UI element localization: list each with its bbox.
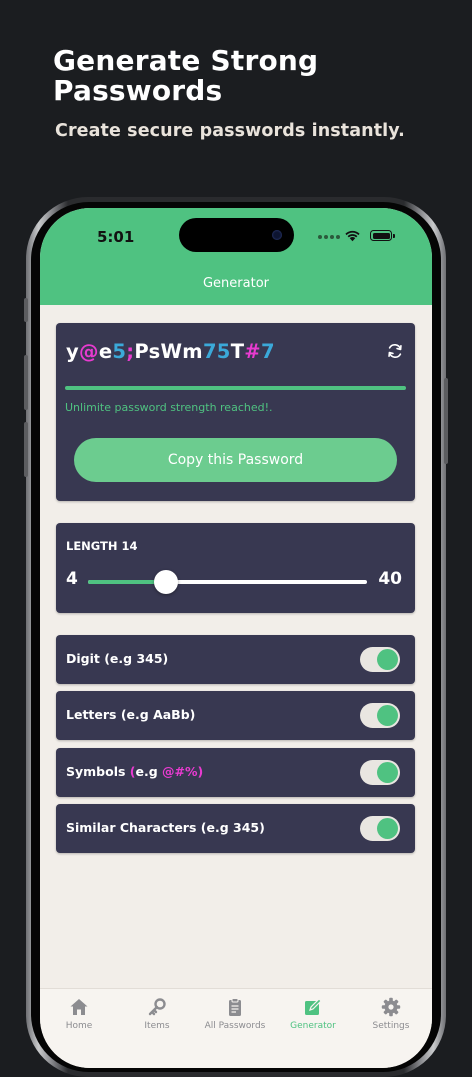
phone-volume-down-button (24, 422, 28, 477)
tab-all-passwords-label: All Passwords (204, 1021, 266, 1031)
strength-bar (65, 386, 406, 390)
toggle-knob (377, 649, 398, 670)
tab-generator[interactable]: Generator (274, 989, 352, 1049)
app-screen: 5:01 Generator y@e5;PsWm75T#7 Unlimite p… (40, 208, 432, 1068)
length-slider[interactable] (88, 570, 367, 594)
app-header: 5:01 Generator (40, 208, 432, 305)
option-symbols-toggle[interactable] (360, 760, 400, 785)
key-icon (148, 998, 166, 1016)
option-similar-label: Similar Characters (e.g 345) (66, 820, 265, 835)
password-segment: 7 (260, 340, 275, 363)
length-max-label: 40 (378, 569, 402, 589)
tab-settings-label: Settings (372, 1021, 410, 1031)
phone-power-button (444, 378, 448, 464)
copy-password-button[interactable]: Copy this Password (74, 438, 397, 482)
option-similar-toggle[interactable] (360, 816, 400, 841)
password-segment: @ (79, 340, 99, 363)
password-segment: e (98, 340, 113, 363)
tab-home-label: Home (65, 1021, 93, 1031)
tab-items-label: Items (144, 1021, 170, 1031)
dynamic-island (179, 218, 294, 252)
tab-all-passwords[interactable]: All Passwords (196, 989, 274, 1049)
camera-icon (272, 230, 282, 240)
tab-settings[interactable]: Settings (352, 989, 430, 1049)
length-label: LENGTH 14 (66, 539, 138, 553)
tab-home[interactable]: Home (40, 989, 118, 1049)
option-digit: Digit (e.g 345) (56, 635, 415, 684)
nav-title: Generator (202, 276, 269, 291)
home-icon (70, 999, 88, 1015)
option-similar-characters: Similar Characters (e.g 345) (56, 804, 415, 853)
password-segment: PsWm (134, 340, 203, 363)
toggle-knob (377, 818, 398, 839)
password-segment: # (244, 340, 261, 363)
tab-generator-label: Generator (290, 1021, 336, 1031)
password-segment: 75 (202, 340, 231, 363)
option-digit-label: Digit (e.g 345) (66, 651, 169, 666)
symbols-label-part: e.g (135, 764, 163, 779)
option-letters: Letters (e.g AaBb) (56, 691, 415, 740)
gear-icon (381, 997, 401, 1017)
password-segment: T (230, 340, 245, 363)
tab-items[interactable]: Items (118, 989, 196, 1049)
symbols-label-part: Symbols (66, 764, 130, 779)
option-letters-label: Letters (e.g AaBb) (66, 707, 196, 722)
promo-subtitle: Create secure passwords instantly. (55, 121, 405, 141)
length-min-label: 4 (66, 569, 78, 589)
phone-action-button (24, 298, 28, 322)
toggle-knob (377, 705, 398, 726)
password-card: y@e5;PsWm75T#7 Unlimite password strengt… (56, 323, 415, 501)
length-slider-thumb[interactable] (153, 570, 178, 594)
strength-message: Unlimite password strength reached!. (65, 401, 273, 414)
tab-bar: Home Items All Passwords Generator Setti… (40, 988, 432, 1068)
status-time: 5:01 (97, 228, 135, 246)
wifi-icon (345, 230, 360, 242)
promo-title: Generate Strong Passwords (53, 44, 319, 107)
battery-icon (370, 230, 395, 241)
password-segment: y (66, 340, 80, 363)
cellular-signal-icon (318, 235, 340, 239)
option-letters-toggle[interactable] (360, 703, 400, 728)
phone-volume-up-button (24, 355, 28, 410)
option-symbols: Symbols (e.g @#%) (56, 748, 415, 797)
password-segment: 5 (112, 340, 127, 363)
length-card: LENGTH 14 4 40 (56, 523, 415, 613)
refresh-icon[interactable] (386, 342, 404, 360)
option-symbols-label: Symbols (e.g @#%) (66, 764, 203, 779)
symbols-label-part: @#%) (162, 764, 204, 779)
toggle-knob (377, 762, 398, 783)
generated-password[interactable]: y@e5;PsWm75T#7 (66, 340, 275, 363)
edit-icon (305, 998, 322, 1015)
option-digit-toggle[interactable] (360, 647, 400, 672)
clipboard-icon (229, 998, 241, 1016)
